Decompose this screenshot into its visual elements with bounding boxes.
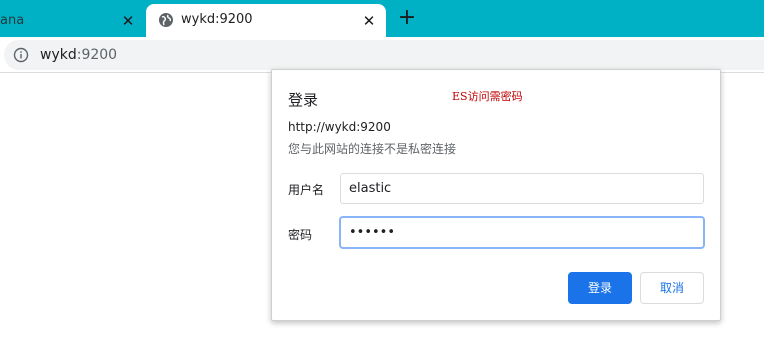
tab-strip: ana ✕ wykd:9200 ✕ + <box>0 0 764 37</box>
tab-title: wykd:9200 <box>181 12 253 27</box>
annotation-text: ES访问需密码 <box>452 90 523 103</box>
url-port: :9200 <box>76 47 118 63</box>
info-icon[interactable] <box>13 47 29 63</box>
site-url: http://wykd:9200 <box>288 120 391 134</box>
close-icon[interactable]: ✕ <box>121 14 135 29</box>
username-label: 用户名 <box>288 183 325 197</box>
plus-icon[interactable]: + <box>395 6 419 30</box>
url-host: wykd <box>40 47 77 63</box>
tab-active[interactable]: wykd:9200 ✕ <box>146 4 386 37</box>
password-field[interactable]: •••••• <box>340 217 704 248</box>
login-button[interactable]: 登录 <box>568 272 632 304</box>
close-icon[interactable]: ✕ <box>362 14 376 29</box>
tab-inactive[interactable]: ana ✕ <box>0 4 146 37</box>
password-label: 密码 <box>288 228 313 242</box>
username-field[interactable]: elastic <box>340 173 704 204</box>
dialog-title: 登录 <box>288 91 319 109</box>
globe-icon <box>159 13 173 27</box>
url-text[interactable]: wykd:9200 <box>40 47 117 63</box>
login-dialog: 登录 ES访问需密码 http://wykd:9200 您与此网站的连接不是私密… <box>271 69 721 321</box>
toolbar: wykd:9200 <box>0 37 764 73</box>
address-bar[interactable]: wykd:9200 <box>4 40 764 70</box>
cancel-button[interactable]: 取消 <box>640 272 704 304</box>
tab-title: ana <box>0 13 25 28</box>
privacy-note: 您与此网站的连接不是私密连接 <box>288 142 457 156</box>
